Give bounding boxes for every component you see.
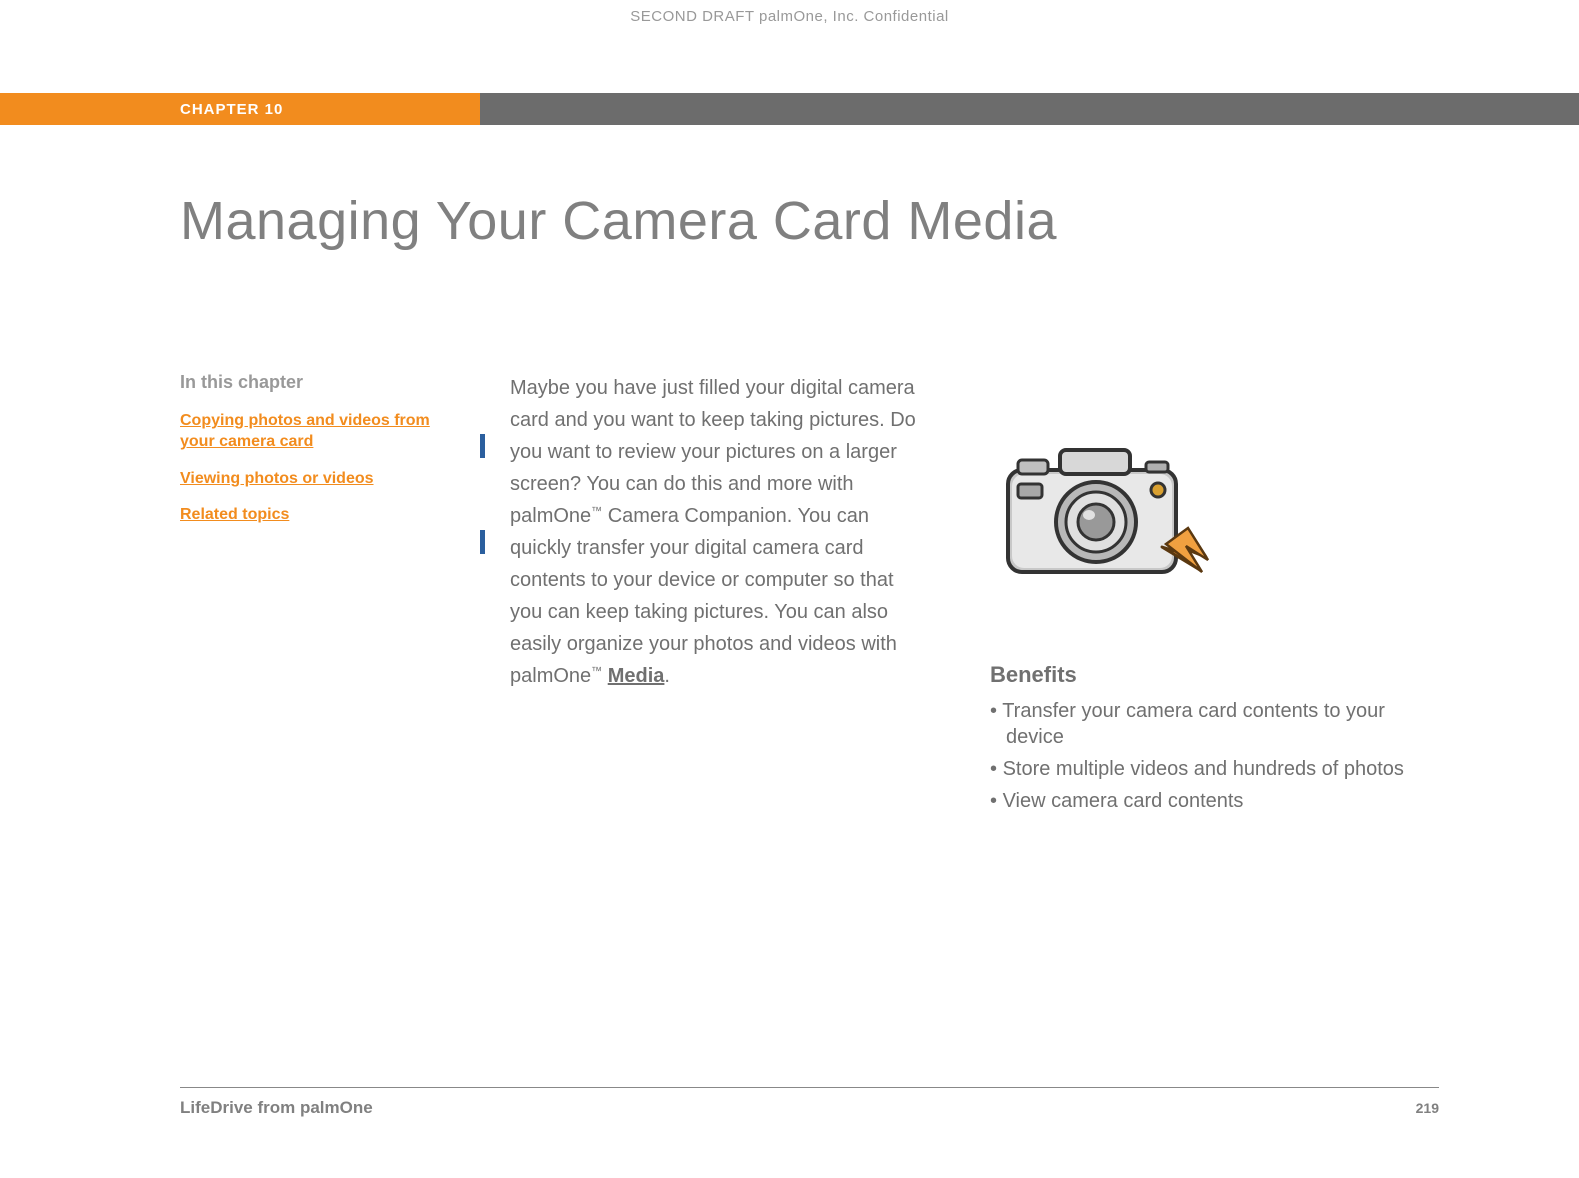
benefits-item: Store multiple videos and hundreds of ph… xyxy=(990,756,1410,782)
benefits-item: View camera card contents xyxy=(990,788,1410,814)
media-link[interactable]: Media xyxy=(608,665,665,687)
in-this-chapter-sidebar: In this chapter Copying photos and video… xyxy=(180,372,450,820)
camera-icon xyxy=(990,422,1410,602)
sidebar-link-copying[interactable]: Copying photos and videos from your came… xyxy=(180,411,450,453)
footer-product-name: LifeDrive from palmOne xyxy=(180,1098,373,1118)
benefits-item: Transfer your camera card contents to yo… xyxy=(990,698,1410,750)
main-text-column: Maybe you have just filled your digital … xyxy=(510,372,930,820)
trademark-symbol: ™ xyxy=(591,505,602,517)
benefits-heading: Benefits xyxy=(990,662,1410,688)
paragraph-text: Camera Companion. You can quickly transf… xyxy=(510,505,897,687)
chapter-orange-block: CHAPTER 10 xyxy=(0,93,480,125)
sidebar-heading: In this chapter xyxy=(180,372,450,393)
chapter-label: CHAPTER 10 xyxy=(180,101,283,118)
page-title: Managing Your Camera Card Media xyxy=(180,190,1579,252)
sidebar-link-related[interactable]: Related topics xyxy=(180,505,450,526)
chapter-bar: CHAPTER 10 xyxy=(0,93,1579,125)
trademark-symbol: ™ xyxy=(591,665,602,677)
period: . xyxy=(664,665,670,687)
right-column: Benefits Transfer your camera card conte… xyxy=(990,372,1410,820)
sidebar-link-viewing[interactable]: Viewing photos or videos xyxy=(180,469,450,490)
header-confidential: SECOND DRAFT palmOne, Inc. Confidential xyxy=(0,0,1579,25)
chapter-gray-block xyxy=(480,93,1579,125)
page-footer: LifeDrive from palmOne 219 xyxy=(180,1087,1439,1118)
footer-page-number: 219 xyxy=(1416,1100,1439,1116)
content-area: In this chapter Copying photos and video… xyxy=(180,372,1579,820)
change-bar-icon xyxy=(480,434,485,458)
intro-paragraph: Maybe you have just filled your digital … xyxy=(510,372,930,692)
change-bar-icon xyxy=(480,530,485,554)
benefits-list: Transfer your camera card contents to yo… xyxy=(990,698,1410,814)
